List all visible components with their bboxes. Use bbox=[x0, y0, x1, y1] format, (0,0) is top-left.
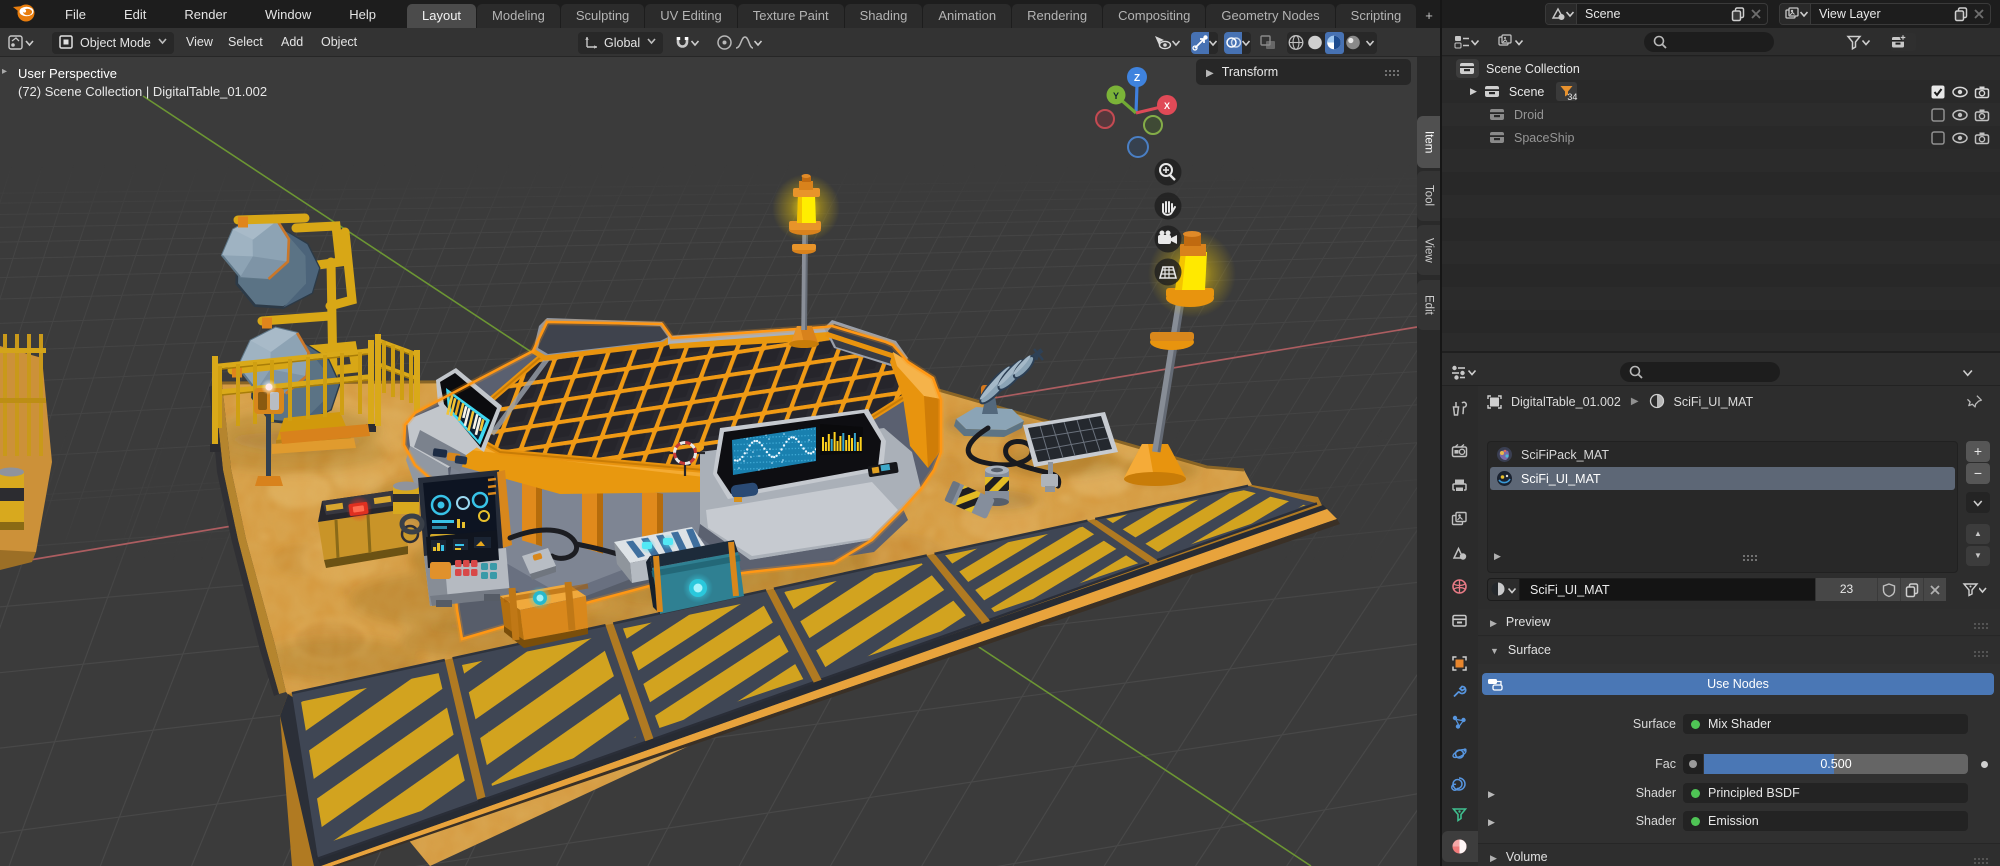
svg-text:Y: Y bbox=[1113, 91, 1119, 101]
svg-text:Z: Z bbox=[1134, 73, 1140, 84]
svg-text:X: X bbox=[1164, 101, 1170, 111]
